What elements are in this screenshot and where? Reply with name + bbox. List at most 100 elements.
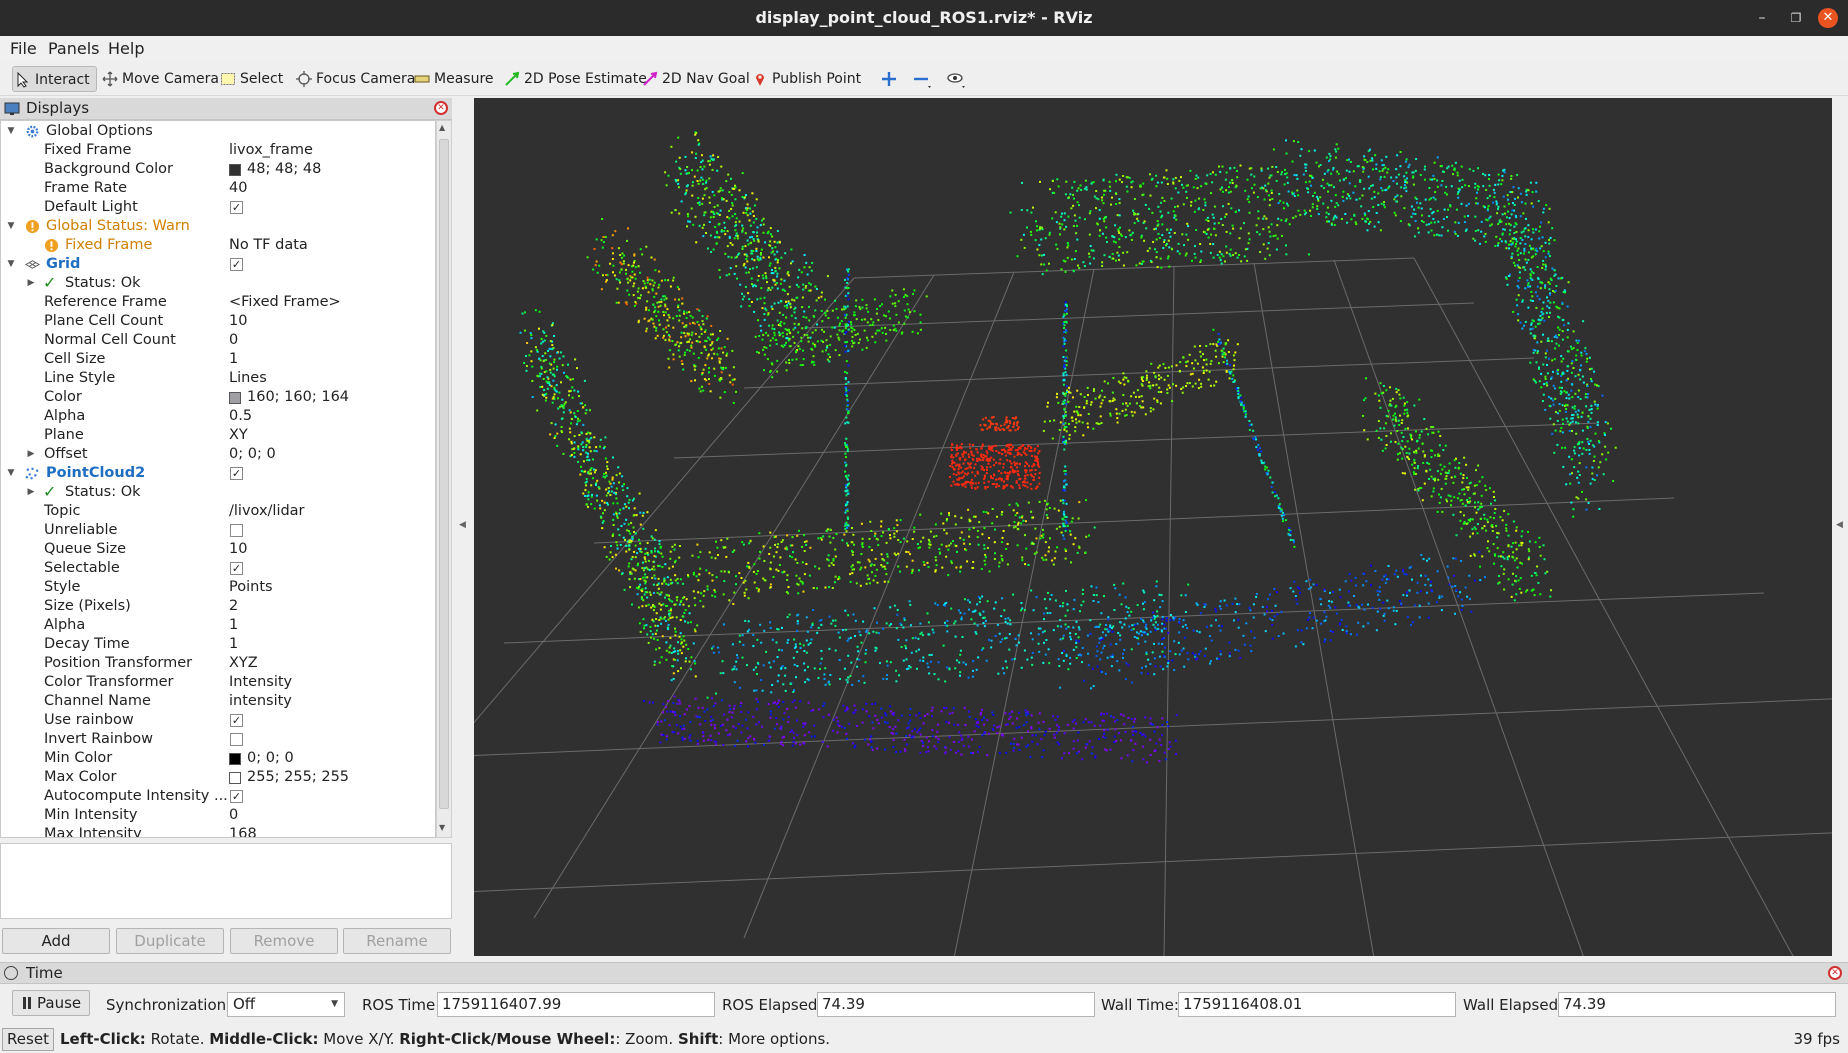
- tree-row-grid[interactable]: ▼ Grid ✓: [1, 255, 435, 274]
- autocompute-checkbox[interactable]: ✓: [230, 790, 243, 803]
- prop-value[interactable]: Intensity: [229, 673, 292, 692]
- tree-row-queue-size[interactable]: Queue Size 10: [1, 540, 435, 559]
- tree-row-global-options[interactable]: ▼ Global Options: [1, 122, 435, 141]
- minimize-icon[interactable]: –: [1752, 8, 1772, 28]
- tree-row-size-pixels[interactable]: Size (Pixels) 2: [1, 597, 435, 616]
- focus-camera-button[interactable]: Focus Camera: [294, 66, 415, 92]
- prop-value[interactable]: 168: [229, 825, 257, 837]
- tree-row-background-color[interactable]: Background Color 48; 48; 48: [1, 160, 435, 179]
- menu-file[interactable]: File: [10, 39, 37, 58]
- tree-row-unreliable[interactable]: Unreliable: [1, 521, 435, 540]
- right-splitter[interactable]: ◀: [1832, 98, 1848, 956]
- collapse-right-icon[interactable]: ◀: [1836, 520, 1843, 530]
- rename-button[interactable]: Rename: [343, 928, 451, 954]
- move-camera-button[interactable]: Move Camera: [100, 66, 219, 92]
- collapse-left-icon[interactable]: ◀: [459, 520, 466, 530]
- tree-row-position-transformer[interactable]: Position Transformer XYZ: [1, 654, 435, 673]
- unreliable-checkbox[interactable]: [230, 524, 243, 537]
- tree-row-min-color[interactable]: Min Color 0; 0; 0: [1, 749, 435, 768]
- maximize-icon[interactable]: ❐: [1786, 8, 1806, 28]
- tree-row-autocompute[interactable]: Autocompute Intensity ... ✓: [1, 787, 435, 806]
- wall-time-field[interactable]: 1759116408.01: [1178, 992, 1456, 1017]
- scroll-down-icon[interactable]: ▼: [439, 823, 445, 832]
- prop-value[interactable]: Points: [229, 578, 273, 597]
- ros-elapsed-field[interactable]: 74.39: [817, 992, 1095, 1017]
- collapse-arrow-icon[interactable]: ▶: [25, 274, 37, 293]
- tree-row-plane-cell-count[interactable]: Plane Cell Count 10: [1, 312, 435, 331]
- scrollbar-thumb[interactable]: [439, 139, 449, 809]
- plus-icon[interactable]: [878, 68, 900, 90]
- pointcloud2-enabled-checkbox[interactable]: ✓: [230, 467, 243, 480]
- close-icon[interactable]: ✕: [1818, 8, 1838, 28]
- ros-time-field[interactable]: 1759116407.99: [437, 992, 715, 1017]
- tree-row-pointcloud2[interactable]: ▼ PointCloud2 ✓: [1, 464, 435, 483]
- prop-value[interactable]: 160; 160; 164: [229, 388, 349, 407]
- pause-button[interactable]: Pause: [12, 990, 90, 1016]
- expand-arrow-icon[interactable]: ▼: [5, 122, 17, 141]
- prop-value[interactable]: 0: [229, 806, 238, 825]
- tree-row-default-light[interactable]: Default Light ✓: [1, 198, 435, 217]
- tree-row-fixed-frame[interactable]: Fixed Frame livox_frame: [1, 141, 435, 160]
- prop-value[interactable]: 255; 255; 255: [229, 768, 349, 787]
- prop-value[interactable]: <Fixed Frame>: [229, 293, 341, 312]
- tree-row-max-intensity[interactable]: Max Intensity 168: [1, 825, 435, 837]
- selectable-checkbox[interactable]: ✓: [230, 562, 243, 575]
- expand-arrow-icon[interactable]: ▼: [5, 464, 17, 483]
- scroll-up-icon[interactable]: ▲: [439, 123, 445, 132]
- prop-value[interactable]: 1: [229, 635, 238, 654]
- minus-icon[interactable]: [910, 68, 932, 90]
- prop-value[interactable]: 10: [229, 312, 247, 331]
- add-display-button[interactable]: Add: [2, 928, 110, 954]
- use-rainbow-checkbox[interactable]: ✓: [230, 714, 243, 727]
- prop-value[interactable]: 0; 0; 0: [229, 445, 276, 464]
- prop-value[interactable]: /livox/lidar: [229, 502, 305, 521]
- tree-row-max-color[interactable]: Max Color 255; 255; 255: [1, 768, 435, 787]
- tree-row-color-transformer[interactable]: Color Transformer Intensity: [1, 673, 435, 692]
- prop-value[interactable]: XY: [229, 426, 248, 445]
- publish-point-button[interactable]: Publish Point: [750, 66, 861, 92]
- prop-value[interactable]: 40: [229, 179, 247, 198]
- prop-value[interactable]: 48; 48; 48: [229, 160, 321, 179]
- tree-row-grid-status[interactable]: ▶ ✓ Status: Ok: [1, 273, 435, 293]
- reset-button[interactable]: Reset: [2, 1028, 54, 1051]
- tree-scrollbar[interactable]: ▲ ▼: [436, 120, 452, 838]
- nav-goal-button[interactable]: 2D Nav Goal: [640, 66, 750, 92]
- tree-row-plane[interactable]: Plane XY: [1, 426, 435, 445]
- eye-icon[interactable]: [944, 68, 966, 90]
- expand-arrow-icon[interactable]: ▼: [5, 217, 17, 236]
- duplicate-button[interactable]: Duplicate: [116, 928, 224, 954]
- select-button[interactable]: Select: [218, 66, 283, 92]
- tree-row-reference-frame[interactable]: Reference Frame <Fixed Frame>: [1, 293, 435, 312]
- tree-row-normal-cell-count[interactable]: Normal Cell Count 0: [1, 331, 435, 350]
- collapse-arrow-icon[interactable]: ▶: [25, 483, 37, 502]
- prop-value[interactable]: 0; 0; 0: [229, 749, 294, 768]
- prop-value[interactable]: Lines: [229, 369, 267, 388]
- prop-value[interactable]: 10: [229, 540, 247, 559]
- tree-row-color[interactable]: Color 160; 160; 164: [1, 388, 435, 407]
- prop-value[interactable]: intensity: [229, 692, 292, 711]
- measure-button[interactable]: Measure: [412, 66, 494, 92]
- panel-close-icon[interactable]: ✕: [434, 101, 448, 115]
- tree-row-channel-name[interactable]: Channel Name intensity: [1, 692, 435, 711]
- default-light-checkbox[interactable]: ✓: [230, 201, 243, 214]
- tree-row-offset[interactable]: ▶ Offset 0; 0; 0: [1, 445, 435, 464]
- point-cloud-scene[interactable]: [474, 98, 1832, 956]
- tree-row-decay-time[interactable]: Decay Time 1: [1, 635, 435, 654]
- tree-row-alpha[interactable]: Alpha 0.5: [1, 407, 435, 426]
- sync-select[interactable]: Off ▼: [227, 992, 345, 1017]
- prop-value[interactable]: 1: [229, 350, 238, 369]
- tree-row-global-status[interactable]: ▼ Global Status: Warn: [1, 217, 435, 236]
- remove-button[interactable]: Remove: [230, 928, 338, 954]
- collapse-arrow-icon[interactable]: ▶: [25, 445, 37, 464]
- interact-button[interactable]: Interact: [12, 66, 97, 92]
- tree-row-selectable[interactable]: Selectable ✓: [1, 559, 435, 578]
- tree-row-status-fixed-frame[interactable]: Fixed Frame No TF data: [1, 236, 435, 255]
- prop-value[interactable]: 2: [229, 597, 238, 616]
- prop-value[interactable]: 1: [229, 616, 238, 635]
- wall-elapsed-field[interactable]: 74.39: [1558, 992, 1836, 1017]
- render-view[interactable]: [474, 98, 1832, 956]
- tree-row-pc-alpha[interactable]: Alpha 1: [1, 616, 435, 635]
- grid-enabled-checkbox[interactable]: ✓: [230, 258, 243, 271]
- pose-estimate-button[interactable]: 2D Pose Estimate: [502, 66, 647, 92]
- prop-value[interactable]: 0: [229, 331, 238, 350]
